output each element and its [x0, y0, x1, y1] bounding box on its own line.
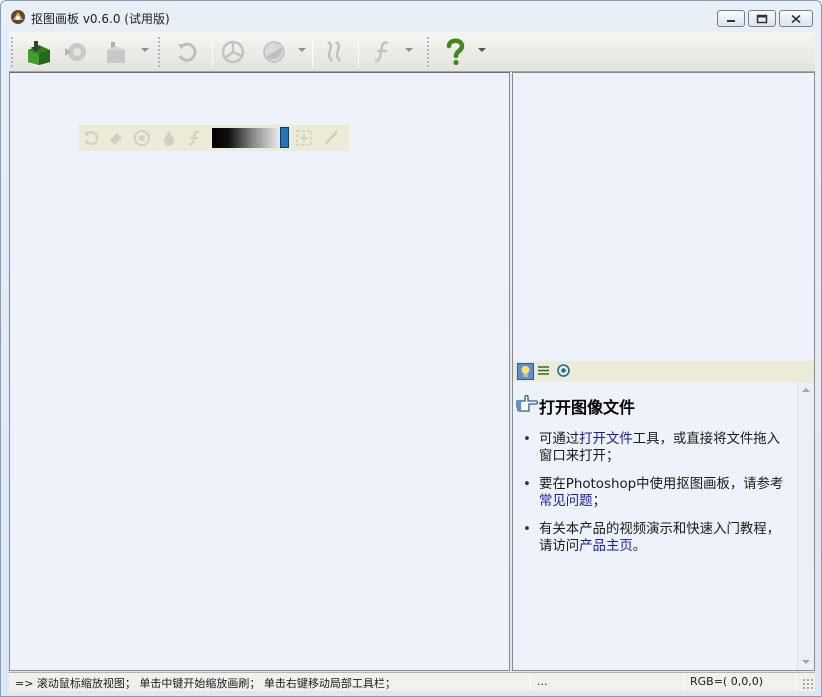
- scroll-up-arrow[interactable]: [802, 388, 810, 392]
- toolbar-separator: [212, 38, 213, 68]
- help-text: 要在Photoshop中使用抠图画板，请参考: [539, 477, 784, 492]
- status-hint: => 滚动鼠标缩放视图； 单击中键开始缩放画刷； 单击右键移动局部工具栏；: [15, 677, 396, 690]
- restore-icon: [756, 14, 768, 23]
- toolbar-grip-3[interactable]: [426, 36, 430, 68]
- function-icon: [374, 41, 389, 63]
- restore-button[interactable]: [748, 10, 776, 27]
- help-dropdown-arrow[interactable]: [478, 48, 486, 52]
- help-text: 有关本产品的视频演示和快速入门教程，请访问: [539, 522, 781, 554]
- preview-panel: [512, 72, 815, 361]
- status-separator: [795, 674, 796, 690]
- help-button[interactable]: [440, 37, 470, 67]
- help-text: 。: [632, 539, 647, 554]
- help-icon: [446, 38, 465, 66]
- help-panel: 打开图像文件 可通过打开文件工具，或直接将文件拖入窗口来打开； 要在Photos…: [512, 382, 815, 671]
- slider-handle[interactable]: [280, 127, 289, 148]
- help-item: 有关本产品的视频演示和快速入门教程，请访问产品主页。: [523, 521, 793, 555]
- minimize-icon: [727, 19, 735, 22]
- pointing-hand-icon: [516, 395, 538, 412]
- status-bar: => 滚动鼠标缩放视图； 单击中键开始缩放画刷； 单击右键移动局部工具栏； ..…: [9, 672, 815, 691]
- green-box-icon: [28, 41, 50, 65]
- undo-button[interactable]: [172, 37, 202, 67]
- toolbar-separator: [312, 38, 313, 68]
- help-item: 可通过打开文件工具，或直接将文件拖入窗口来打开；: [523, 431, 793, 465]
- tab-tips[interactable]: [517, 363, 534, 380]
- help-title: 打开图像文件: [539, 398, 636, 417]
- help-tab-bar: [512, 361, 815, 382]
- main-toolbar: [9, 32, 815, 72]
- function-dropdown-arrow[interactable]: [405, 48, 413, 52]
- open-image-button[interactable]: [23, 37, 55, 67]
- fit-icon[interactable]: [295, 129, 313, 147]
- app-logo-icon: [11, 10, 25, 24]
- camera-icon: [65, 43, 86, 61]
- eye-icon: [557, 364, 570, 377]
- lightbulb-icon: [521, 366, 530, 377]
- pipette-icon[interactable]: [322, 129, 340, 147]
- title-bar: 抠图画板 v0.6.0 (试用版): [1, 1, 821, 31]
- export-dropdown-arrow[interactable]: [141, 48, 149, 52]
- status-separator: [529, 674, 530, 690]
- window-title: 抠图画板 v0.6.0 (试用版): [31, 12, 170, 26]
- scroll-down-arrow[interactable]: [802, 660, 810, 664]
- tab-view[interactable]: [556, 363, 573, 380]
- minimize-button[interactable]: [717, 10, 745, 27]
- toolbar-separator: [358, 38, 359, 68]
- auto-cut-button[interactable]: [218, 37, 248, 67]
- wave-icon: [327, 40, 341, 62]
- help-list: 可通过打开文件工具，或直接将文件拖入窗口来打开； 要在Photoshop中使用抠…: [523, 431, 793, 566]
- app-window: 抠图画板 v0.6.0 (试用版) 打开图像文件 • 可通过打开文件工具，或直接…: [0, 0, 822, 697]
- close-icon: [791, 14, 801, 23]
- eraser-icon[interactable]: [107, 129, 125, 147]
- fill-mode-button[interactable]: [258, 37, 290, 67]
- open-file-link[interactable]: 打开文件: [579, 432, 633, 447]
- hand-box-icon: [107, 42, 125, 63]
- tab-list[interactable]: [536, 363, 553, 380]
- edge-button[interactable]: [318, 37, 352, 67]
- fill-mode-dropdown-arrow[interactable]: [298, 48, 306, 52]
- rgb-readout: RGB=( 0,0,0): [690, 675, 763, 688]
- gradient-slider[interactable]: [212, 128, 280, 148]
- list-icon: [538, 366, 549, 375]
- drop-icon[interactable]: [160, 129, 178, 147]
- status-separator: [683, 674, 684, 690]
- status-middle: ...: [537, 675, 548, 688]
- undo-icon: [178, 42, 197, 62]
- homepage-link[interactable]: 产品主页: [579, 539, 633, 554]
- function-icon[interactable]: [186, 129, 204, 147]
- aperture-icon: [221, 40, 245, 64]
- help-scrollbar[interactable]: [797, 382, 814, 670]
- half-circle-icon: [263, 41, 285, 63]
- rotate-icon[interactable]: [82, 129, 100, 147]
- camera-button[interactable]: [61, 37, 91, 67]
- export-button[interactable]: [99, 37, 131, 67]
- close-button[interactable]: [779, 10, 813, 27]
- toolbar-grip-2[interactable]: [157, 36, 161, 68]
- faq-link[interactable]: 常见问题: [539, 494, 593, 509]
- image-canvas[interactable]: [9, 72, 510, 671]
- circle-brush-icon[interactable]: [133, 129, 151, 147]
- help-text: ；: [592, 494, 606, 509]
- function-button[interactable]: [367, 37, 399, 67]
- help-item: 要在Photoshop中使用抠图画板，请参考常见问题；: [523, 476, 793, 510]
- resize-grip[interactable]: [802, 678, 814, 690]
- toolbar-grip[interactable]: [10, 36, 14, 68]
- floating-toolbar: [79, 125, 349, 151]
- help-text: 可通过: [539, 432, 580, 447]
